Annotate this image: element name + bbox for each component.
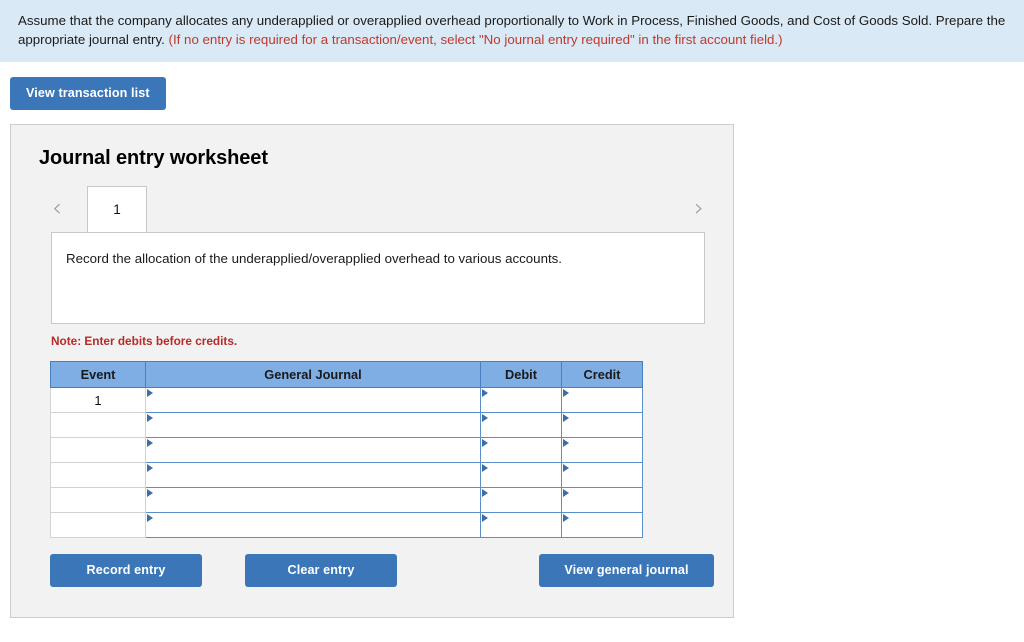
debit-input-cell[interactable]: [480, 387, 562, 413]
dropdown-triangle-icon: [147, 414, 153, 422]
worksheet-tab-label: 1: [113, 202, 121, 217]
credit-input-cell[interactable]: [561, 487, 643, 513]
journal-entry-worksheet-panel: Journal entry worksheet ‹ 1 › Record the…: [10, 124, 734, 618]
dropdown-triangle-icon: [482, 414, 488, 422]
column-header-event: Event: [50, 361, 146, 388]
chevron-left-icon[interactable]: ‹: [52, 195, 62, 220]
column-header-credit: Credit: [561, 361, 643, 388]
dropdown-triangle-icon: [563, 414, 569, 422]
dropdown-triangle-icon: [482, 389, 488, 397]
instruction-note-red: (If no entry is required for a transacti…: [168, 32, 783, 47]
debit-input-cell[interactable]: [480, 462, 562, 488]
table-row: [50, 412, 643, 438]
clear-entry-button[interactable]: Clear entry: [245, 554, 397, 587]
transaction-description-box: Record the allocation of the underapplie…: [51, 232, 705, 324]
dropdown-triangle-icon: [563, 464, 569, 472]
cell-event: 1: [50, 387, 146, 413]
account-select-cell[interactable]: [145, 437, 481, 463]
page-title: Journal entry worksheet: [39, 147, 268, 169]
journal-entry-table: Event General Journal Debit Credit 1: [50, 361, 643, 538]
cell-event: [50, 462, 146, 488]
cell-event: [50, 487, 146, 513]
debits-before-credits-note: Note: Enter debits before credits.: [51, 334, 238, 348]
view-transaction-list-button[interactable]: View transaction list: [10, 77, 166, 110]
dropdown-triangle-icon: [563, 389, 569, 397]
credit-input-cell[interactable]: [561, 387, 643, 413]
dropdown-triangle-icon: [482, 514, 488, 522]
credit-input-cell[interactable]: [561, 437, 643, 463]
table-header-row: Event General Journal Debit Credit: [50, 361, 643, 388]
toolbar: View transaction list: [0, 62, 1024, 110]
worksheet-tabstrip: ‹ 1 ›: [11, 186, 733, 232]
column-header-general-journal: General Journal: [145, 361, 481, 388]
dropdown-triangle-icon: [147, 514, 153, 522]
dropdown-triangle-icon: [147, 464, 153, 472]
dropdown-triangle-icon: [147, 439, 153, 447]
dropdown-triangle-icon: [482, 439, 488, 447]
dropdown-triangle-icon: [482, 464, 488, 472]
credit-input-cell[interactable]: [561, 412, 643, 438]
table-row: [50, 512, 643, 538]
view-general-journal-button[interactable]: View general journal: [539, 554, 714, 587]
cell-event: [50, 412, 146, 438]
cell-event: [50, 512, 146, 538]
account-select-cell[interactable]: [145, 387, 481, 413]
debit-input-cell[interactable]: [480, 437, 562, 463]
dropdown-triangle-icon: [563, 489, 569, 497]
instruction-banner: Assume that the company allocates any un…: [0, 0, 1024, 62]
chevron-right-icon[interactable]: ›: [694, 195, 704, 220]
credit-input-cell[interactable]: [561, 462, 643, 488]
debit-input-cell[interactable]: [480, 487, 562, 513]
credit-input-cell[interactable]: [561, 512, 643, 538]
table-row: 1: [50, 387, 643, 413]
dropdown-triangle-icon: [147, 389, 153, 397]
debit-input-cell[interactable]: [480, 412, 562, 438]
table-row: [50, 462, 643, 488]
table-row: [50, 487, 643, 513]
table-row: [50, 437, 643, 463]
account-select-cell[interactable]: [145, 412, 481, 438]
debit-input-cell[interactable]: [480, 512, 562, 538]
dropdown-triangle-icon: [482, 489, 488, 497]
dropdown-triangle-icon: [563, 514, 569, 522]
dropdown-triangle-icon: [147, 489, 153, 497]
worksheet-action-buttons: Record entry Clear entry View general jo…: [50, 554, 714, 588]
transaction-description-text: Record the allocation of the underapplie…: [66, 251, 563, 266]
worksheet-tab-1[interactable]: 1: [87, 186, 147, 232]
account-select-cell[interactable]: [145, 487, 481, 513]
column-header-debit: Debit: [480, 361, 562, 388]
cell-event: [50, 437, 146, 463]
account-select-cell[interactable]: [145, 462, 481, 488]
account-select-cell[interactable]: [145, 512, 481, 538]
dropdown-triangle-icon: [563, 439, 569, 447]
record-entry-button[interactable]: Record entry: [50, 554, 202, 587]
